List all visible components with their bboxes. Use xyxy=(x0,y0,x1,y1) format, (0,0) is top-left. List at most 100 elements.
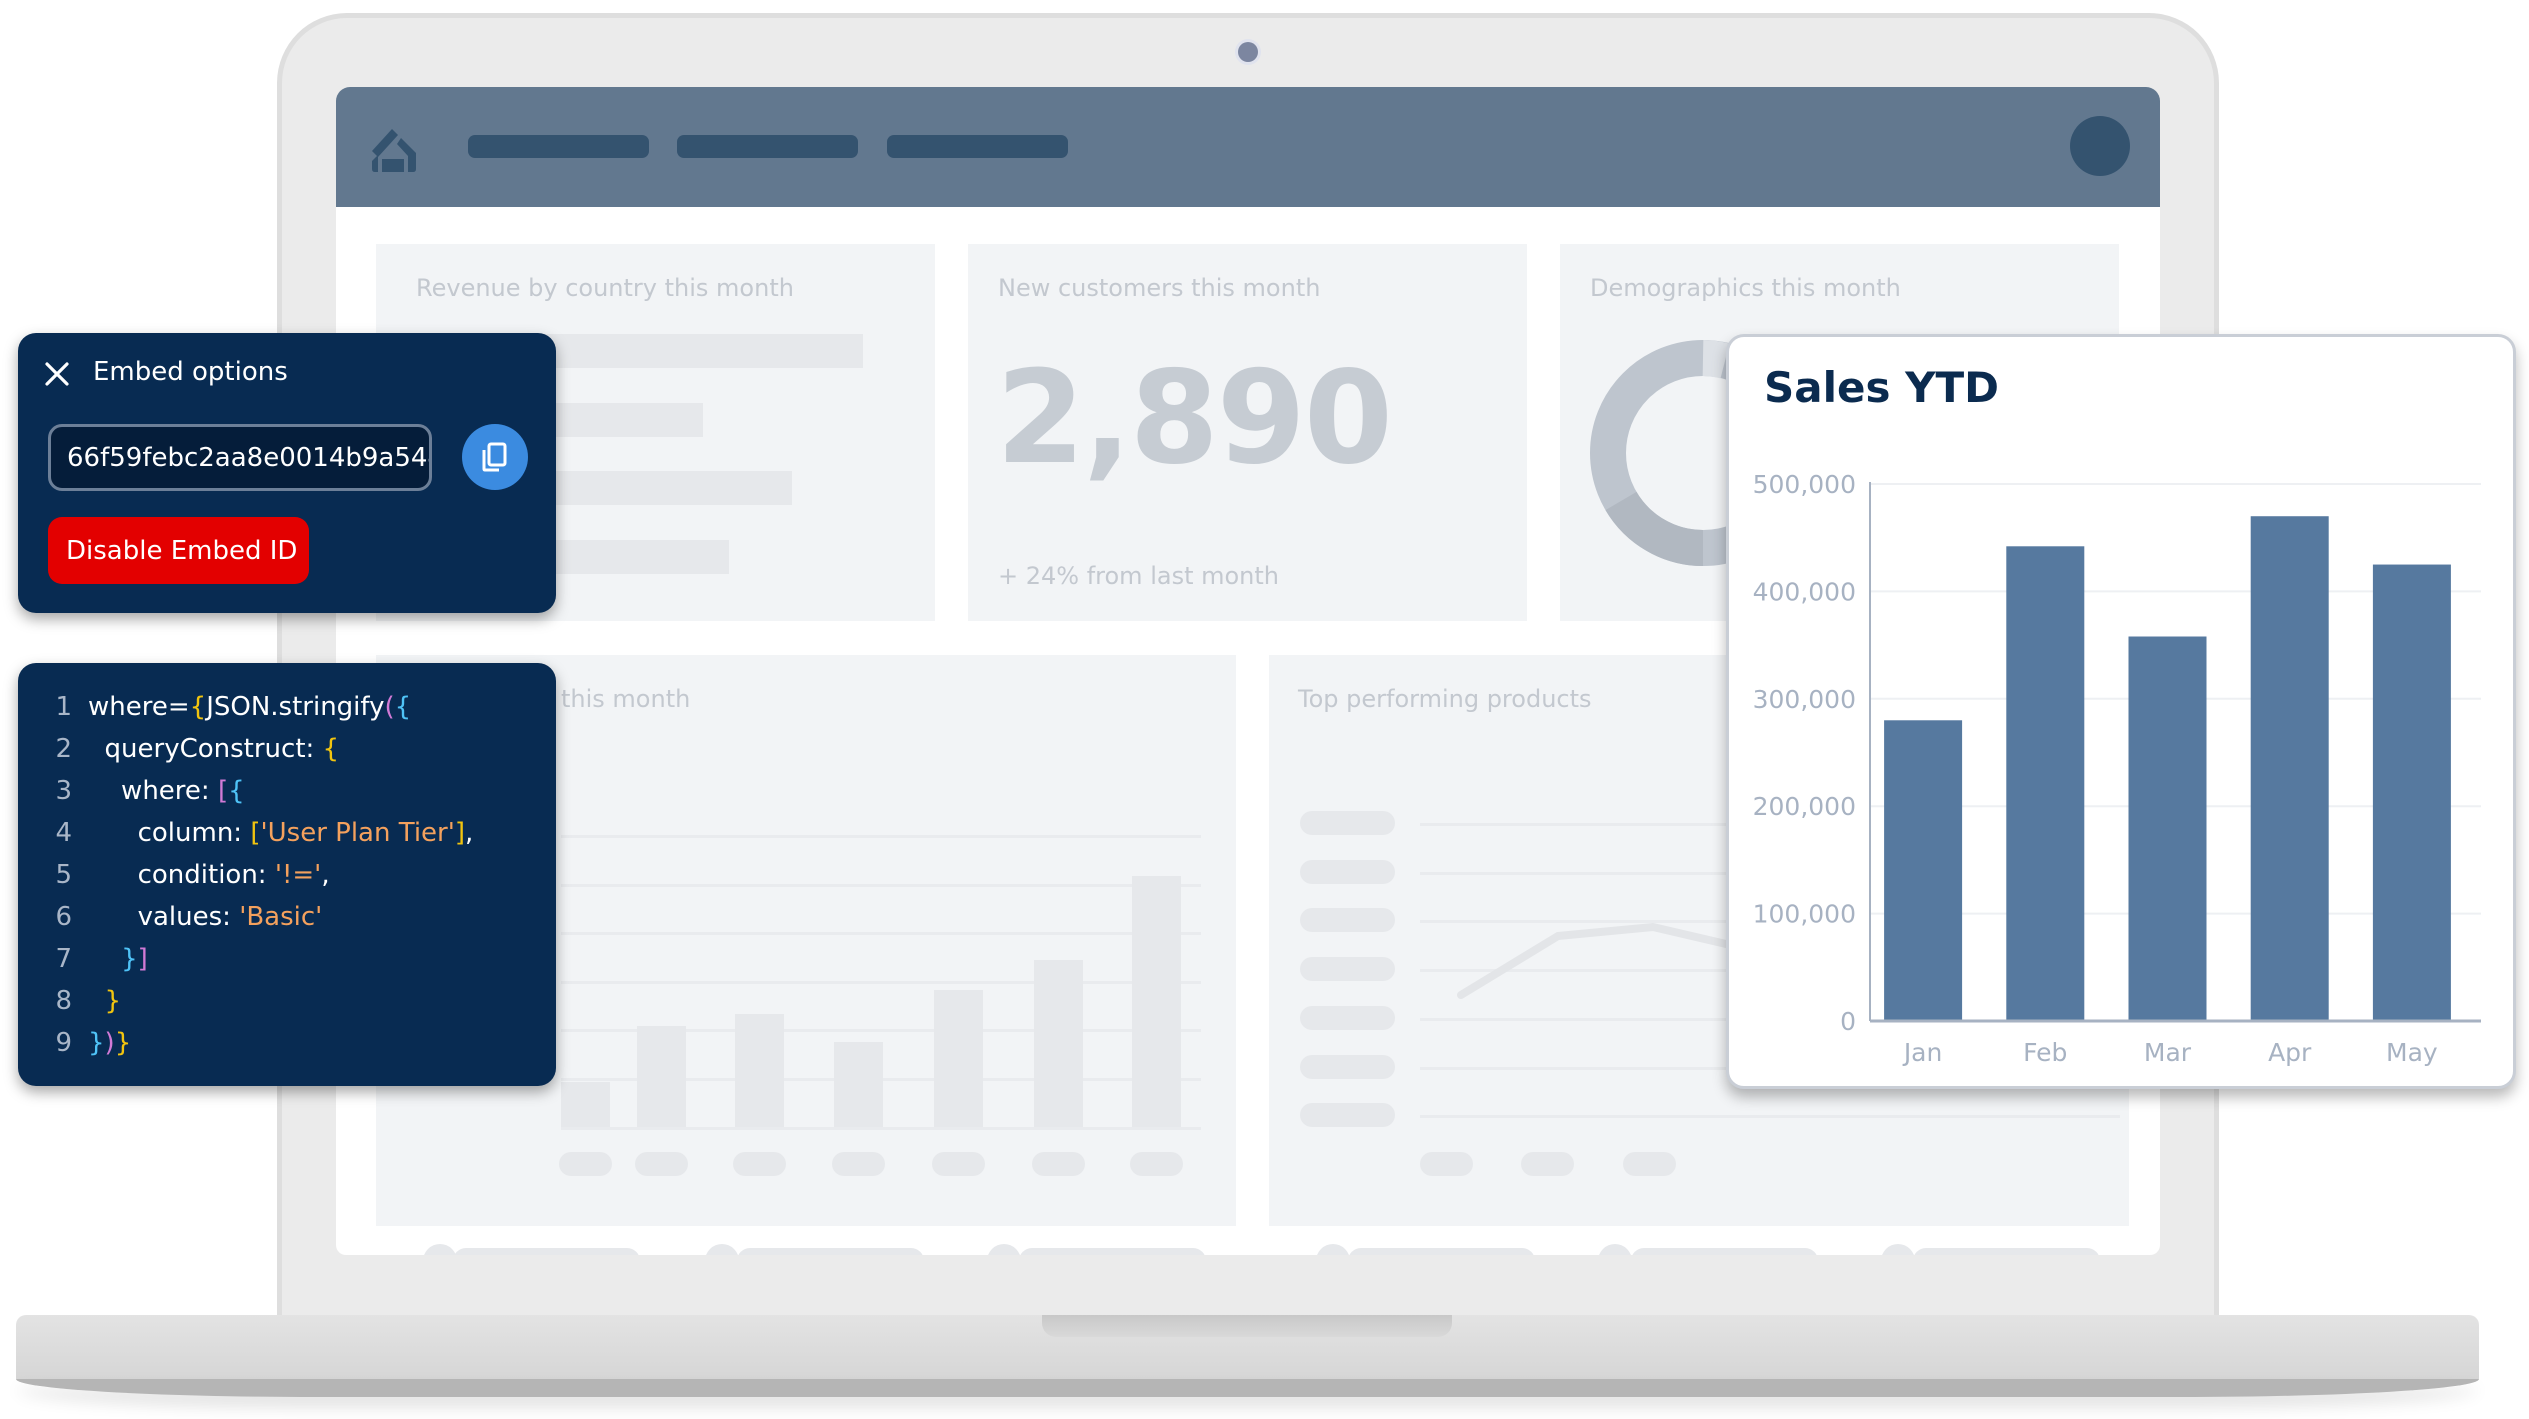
line-number: 3 xyxy=(55,776,72,806)
camera-icon xyxy=(1238,42,1258,62)
code-token: , xyxy=(321,860,330,890)
code-token: queryConstruct: xyxy=(88,734,323,764)
card-title: Demographics this month xyxy=(1590,274,1901,302)
legend-label-placeholder xyxy=(1631,1248,1818,1255)
legend-label-placeholder xyxy=(1913,1248,2100,1255)
bar-placeholder xyxy=(561,1082,610,1127)
x-tick-label: May xyxy=(2386,1038,2438,1067)
code-snippet-panel: 1 where={JSON.stringify({2 queryConstruct… xyxy=(18,663,556,1086)
code-token: ) xyxy=(104,1028,115,1058)
home-logo-icon[interactable] xyxy=(368,123,420,173)
line-number: 4 xyxy=(55,818,72,848)
code-token: where= xyxy=(88,692,190,722)
gridline xyxy=(561,932,1201,936)
legend-label-placeholder xyxy=(1019,1248,1206,1255)
bar-jan xyxy=(1884,720,1963,1021)
legend-dot-placeholder xyxy=(1316,1244,1350,1255)
code-text: })} xyxy=(88,1022,131,1064)
code-token: , xyxy=(465,818,474,848)
code-text: } xyxy=(88,980,122,1022)
code-text: column: ['User Plan Tier'], xyxy=(88,812,474,854)
legend-dot-placeholder xyxy=(987,1244,1021,1255)
y-tick-label: 400,000 xyxy=(1753,577,1856,606)
code-token: [ xyxy=(217,776,229,806)
line-number: 2 xyxy=(55,734,72,764)
code-token: } xyxy=(88,1028,105,1058)
close-icon[interactable] xyxy=(44,361,70,387)
bar-feb xyxy=(2006,546,2085,1021)
x-tick-label: Mar xyxy=(2144,1038,2192,1067)
bar-placeholder xyxy=(934,990,983,1127)
bar-apr xyxy=(2250,516,2329,1021)
donut-segment xyxy=(1702,340,1730,379)
axis-label-placeholder xyxy=(733,1152,786,1176)
line-number: 5 xyxy=(55,860,72,890)
legend-label-placeholder xyxy=(453,1248,640,1255)
code-token: values: xyxy=(88,902,240,932)
bar-may xyxy=(2372,564,2451,1021)
legend-dot-placeholder xyxy=(705,1244,739,1255)
embed-options-panel: Embed options Disable Embed ID xyxy=(18,333,556,613)
axis-label-placeholder xyxy=(635,1152,688,1176)
copy-icon xyxy=(482,442,507,472)
code-text: condition: '!=', xyxy=(88,854,330,896)
bar-placeholder xyxy=(637,1026,686,1127)
line-number: 9 xyxy=(55,1028,72,1058)
code-text: where={JSON.stringify({ xyxy=(88,686,411,728)
card-title: New customers this month xyxy=(998,274,1321,302)
kpi-change: + 24% from last month xyxy=(998,562,1280,590)
legend-dot-placeholder xyxy=(1598,1244,1632,1255)
panel-title: Embed options xyxy=(93,357,288,387)
gridline xyxy=(561,980,1201,984)
nav-item-placeholder[interactable] xyxy=(677,135,858,158)
y-tick-label: 0 xyxy=(1840,1007,1856,1036)
disable-embed-id-button[interactable]: Disable Embed ID xyxy=(48,517,309,584)
code-token: [ xyxy=(250,818,261,848)
code-token: JSON.stringify xyxy=(206,692,385,722)
code-text: queryConstruct: { xyxy=(88,728,340,770)
code-token: ] xyxy=(454,818,466,848)
legend-label-placeholder xyxy=(737,1248,924,1255)
code-text: where: [{ xyxy=(88,770,245,812)
gridline xyxy=(561,835,1201,838)
code-text: values: 'Basic' xyxy=(88,896,323,938)
code-token: ] xyxy=(137,944,148,974)
bar-placeholder xyxy=(1132,876,1181,1127)
gridline xyxy=(561,883,1201,887)
legend-dot-placeholder xyxy=(423,1244,457,1255)
bar-placeholder xyxy=(735,1014,784,1127)
copy-button[interactable] xyxy=(462,424,528,490)
nav-item-placeholder[interactable] xyxy=(468,135,649,158)
donut-segment xyxy=(1605,491,1704,566)
code-text: }] xyxy=(88,938,148,980)
line-number: 7 xyxy=(55,944,72,974)
x-tick-label: Jan xyxy=(1902,1038,1943,1067)
axis-label-placeholder xyxy=(559,1152,612,1176)
code-token: where: xyxy=(88,776,218,806)
axis-label-placeholder xyxy=(932,1152,985,1176)
code-token: { xyxy=(228,776,245,806)
nav-item-placeholder[interactable] xyxy=(887,135,1068,158)
code-token: ( xyxy=(384,692,395,722)
axis-label-placeholder xyxy=(832,1152,885,1176)
code-token: 'User Plan Tier' xyxy=(260,818,455,848)
axis-label-placeholder xyxy=(1130,1152,1183,1176)
app-header xyxy=(336,87,2160,207)
gridline xyxy=(561,1126,1201,1130)
avatar[interactable] xyxy=(2070,116,2130,176)
x-tick-label: Feb xyxy=(2023,1038,2067,1067)
code-token: column: xyxy=(88,818,251,848)
embed-id-field[interactable] xyxy=(48,424,432,491)
y-tick-label: 500,000 xyxy=(1753,470,1856,499)
axis-label-placeholder xyxy=(1032,1152,1085,1176)
card-title: this month xyxy=(561,685,691,713)
y-tick-label: 100,000 xyxy=(1753,900,1856,929)
code-token: } xyxy=(104,986,122,1016)
y-tick-label: 200,000 xyxy=(1753,792,1856,821)
laptop-base-bottom xyxy=(16,1379,2479,1397)
y-tick-label: 300,000 xyxy=(1753,685,1856,714)
kpi-value: 2,890 xyxy=(996,344,1393,493)
line-series xyxy=(1457,923,1730,999)
legend-label-placeholder xyxy=(1348,1248,1535,1255)
